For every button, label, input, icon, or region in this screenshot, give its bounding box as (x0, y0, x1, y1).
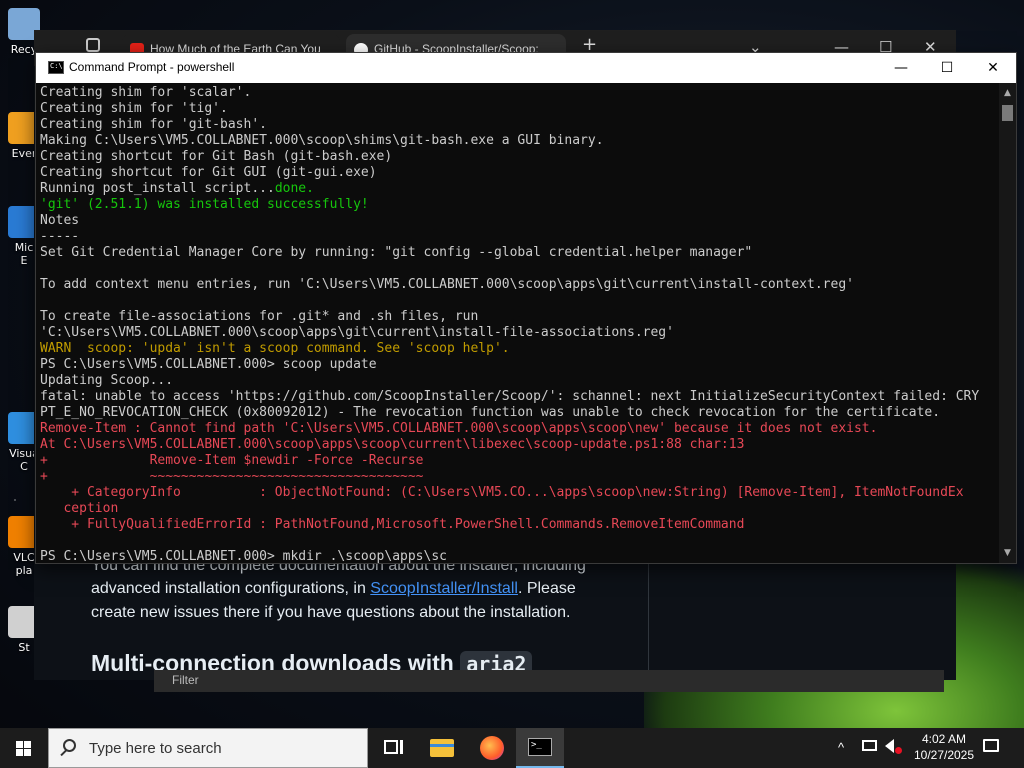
taskbar-search-box[interactable]: Type here to search (48, 728, 368, 768)
console-line: Remove-Item : Cannot find path 'C:\Users… (40, 421, 878, 436)
docs-paragraph-line2: advanced installation configurations, in… (91, 577, 651, 601)
console-line: + FullyQualifiedErrorId : PathNotFound,M… (40, 517, 745, 532)
search-icon (63, 739, 76, 752)
show-hidden-icons[interactable]: ^ (838, 740, 844, 768)
console-line: Creating shim for 'scalar'. (40, 85, 252, 100)
console-title-bar[interactable]: Command Prompt - powershell — ☐ ✕ (36, 53, 1016, 83)
console-line: Creating shortcut for Git Bash (git-bash… (40, 149, 393, 164)
console-title: Command Prompt - powershell (69, 60, 235, 74)
console-line: 'C:\Users\VM5.COLLABNET.000\scoop\apps\g… (40, 325, 674, 340)
console-line: At C:\Users\VM5.COLLABNET.000\scoop\apps… (40, 437, 745, 452)
firefox-icon[interactable] (468, 728, 516, 768)
console-line: Notes (40, 213, 80, 228)
network-icon[interactable] (862, 740, 877, 768)
console-line: Creating shortcut for Git GUI (git-gui.e… (40, 165, 377, 180)
console-line: PS C:\Users\VM5.COLLABNET.000> mkdir .\s… (40, 549, 447, 563)
clock-time: 4:02 AM (921, 732, 967, 746)
scoop-install-link[interactable]: ScoopInstaller/Install (370, 580, 518, 597)
console-line: To create file-associations for .git* an… (40, 309, 479, 324)
console-line: fatal: unable to access 'https://github.… (40, 389, 980, 404)
docs-paragraph-line3: create new issues there if you have ques… (91, 604, 571, 621)
console-line: + ~~~~~~~~~~~~~~~~~~~~~~~~~~~~~~~~~~~ (40, 469, 424, 484)
console-close-button[interactable]: ✕ (970, 53, 1016, 83)
console-line: + CategoryInfo : ObjectNotFound: (C:\Use… (40, 485, 964, 500)
console-line: Running post_install script...done. (40, 181, 314, 196)
console-line: Updating Scoop... (40, 373, 174, 388)
console-line: WARN scoop: 'upda' isn't a scoop command… (40, 341, 510, 356)
console-line: 'git' (2.51.1) was installed successfull… (40, 197, 369, 212)
taskbar-clock[interactable]: 4:02 AM 10/27/2025 (909, 731, 979, 768)
console-maximize-button[interactable]: ☐ (924, 53, 970, 83)
console-line: To add context menu entries, run 'C:\Use… (40, 277, 854, 292)
console-line: PT_E_NO_REVOCATION_CHECK (0x80092012) - … (40, 405, 941, 420)
console-line: Creating shim for 'tig'. (40, 101, 228, 116)
search-placeholder: Type here to search (89, 740, 222, 757)
console-line: + Remove-Item $newdir -Force -Recurse (40, 453, 424, 468)
console-app-icon (48, 61, 64, 74)
notification-icon[interactable] (983, 739, 999, 768)
clock-date: 10/27/2025 (913, 748, 975, 762)
docs-text: advanced installation configurations, in (91, 580, 371, 597)
file-explorer-icon[interactable] (418, 728, 466, 768)
console-output[interactable]: Creating shim for 'scalar'. Creating shim… (40, 85, 998, 563)
scroll-thumb[interactable] (1002, 105, 1013, 121)
console-minimize-button[interactable]: — (878, 53, 924, 83)
taskbar: Type here to search >_ ^ 4:02 AM 10/27/2… (0, 728, 1024, 768)
start-button[interactable] (0, 728, 48, 768)
docs-text: . Please (517, 580, 576, 597)
console-line: Making C:\Users\VM5.COLLABNET.000\scoop\… (40, 133, 604, 148)
windows-logo-icon (16, 741, 32, 756)
terminal-icon[interactable]: >_ (516, 728, 564, 768)
console-line: ception (40, 501, 119, 516)
console-line: ----- (40, 229, 80, 244)
volume-muted-icon[interactable] (885, 739, 902, 768)
console-line-status: done. (274, 181, 314, 196)
console-line: Creating shim for 'git-bash'. (40, 117, 267, 132)
scroll-up-icon[interactable]: ▲ (999, 85, 1016, 101)
find-bar[interactable]: Filter (154, 670, 944, 692)
console-line: Set Git Credential Manager Core by runni… (40, 245, 753, 260)
find-bar-label: Filter (172, 673, 199, 687)
console-line: PS C:\Users\VM5.COLLABNET.000> scoop upd… (40, 357, 377, 372)
tab-actions-icon[interactable] (86, 38, 100, 52)
console-scrollbar[interactable]: ▲ ▼ (999, 83, 1016, 563)
command-prompt-window[interactable]: Command Prompt - powershell — ☐ ✕ Creati… (35, 52, 1017, 564)
task-view-icon[interactable] (368, 728, 416, 768)
scroll-down-icon[interactable]: ▼ (999, 545, 1016, 561)
